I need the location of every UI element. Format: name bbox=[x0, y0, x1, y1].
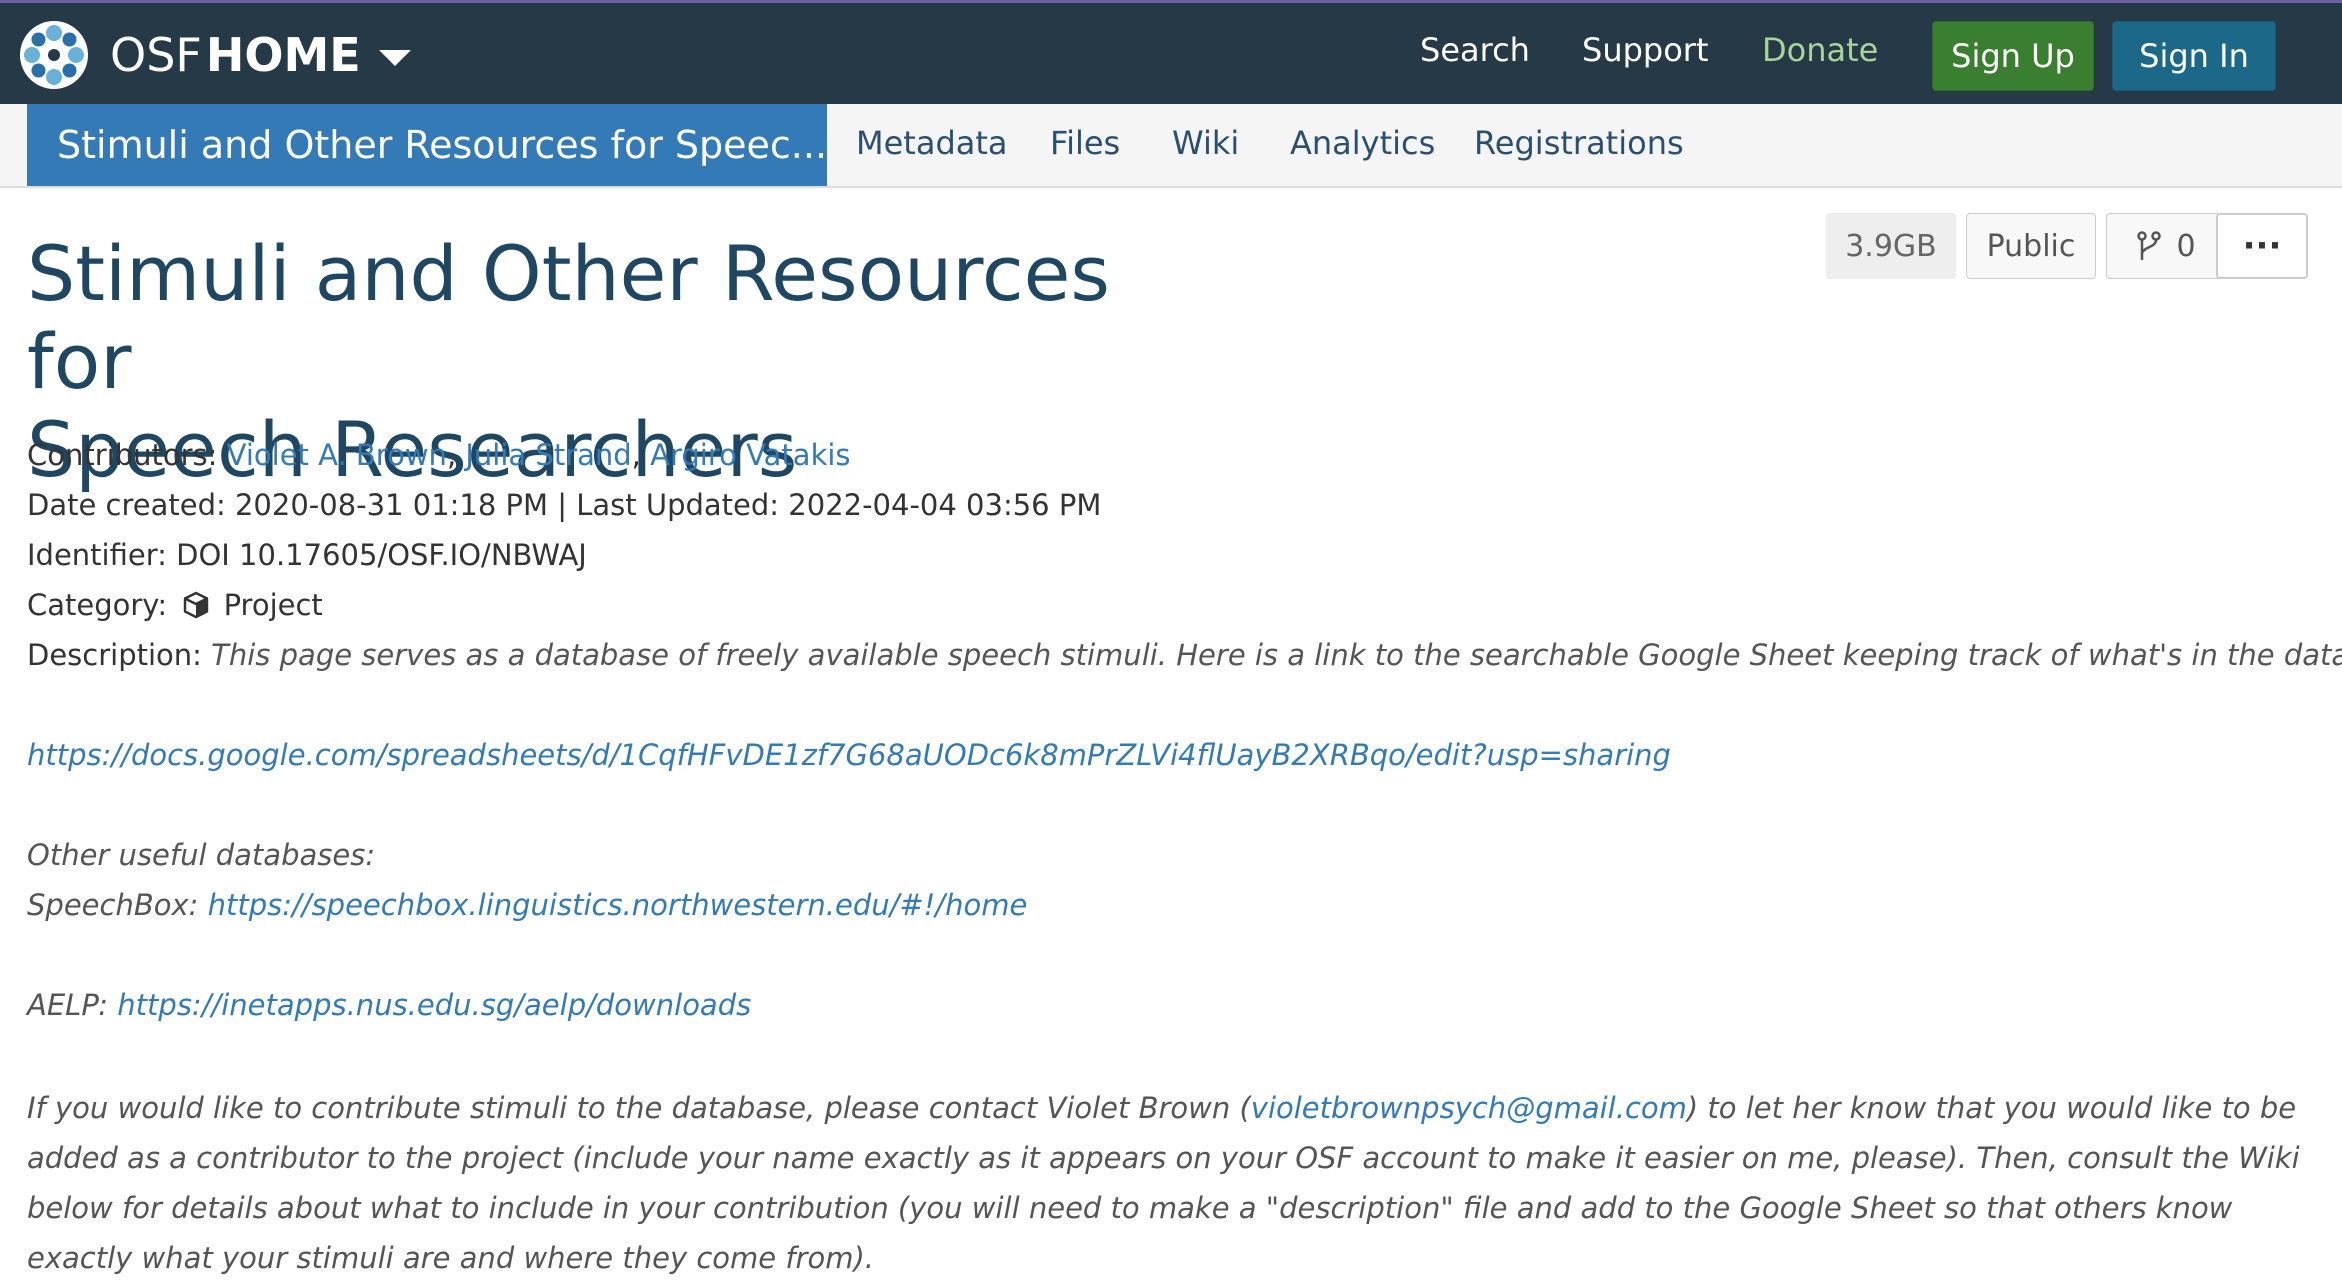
top-navbar: OSF HOME Search Support Donate Sign Up S… bbox=[0, 0, 2342, 104]
contributor-separator: , bbox=[631, 438, 651, 472]
caret-down-icon bbox=[378, 50, 411, 66]
tab-metadata[interactable]: Metadata bbox=[856, 124, 1008, 162]
speechbox-link[interactable]: https://speechbox.linguistics.northweste… bbox=[208, 888, 1028, 922]
project-size-badge: 3.9GB bbox=[1826, 213, 1956, 279]
description-line: Description: This page serves as a datab… bbox=[27, 638, 2342, 672]
contribute-paragraph: If you would like to contribute stimuli … bbox=[27, 1083, 2327, 1283]
fork-button[interactable]: 0 bbox=[2106, 213, 2226, 279]
contributors-label: Contributors: bbox=[27, 438, 218, 472]
brand-home-text: HOME bbox=[205, 28, 361, 82]
fork-count: 0 bbox=[2176, 228, 2196, 264]
contributor-separator: , bbox=[446, 438, 466, 472]
description-label: Description: bbox=[27, 638, 202, 672]
ellipsis-icon: ··· bbox=[2242, 226, 2282, 266]
aelp-line: AELP: https://inetapps.nus.edu.sg/aelp/d… bbox=[27, 988, 751, 1022]
osf-logo-icon bbox=[20, 21, 88, 89]
nav-donate-link[interactable]: Donate bbox=[1762, 31, 1878, 69]
dates-line: Date created: 2020-08-31 01:18 PM | Last… bbox=[27, 488, 1102, 522]
brand-osf-text: OSF bbox=[110, 28, 202, 82]
tab-files[interactable]: Files bbox=[1050, 124, 1120, 162]
other-databases-label: Other useful databases: bbox=[27, 838, 376, 872]
aelp-label: AELP: bbox=[27, 988, 118, 1022]
tab-wiki[interactable]: Wiki bbox=[1172, 124, 1239, 162]
google-sheet-link[interactable]: https://docs.google.com/spreadsheets/d/1… bbox=[27, 738, 1671, 772]
contribute-text-before: If you would like to contribute stimuli … bbox=[27, 1091, 1251, 1125]
contributor-link[interactable]: Argiro Vatakis bbox=[650, 438, 850, 472]
aelp-link[interactable]: https://inetapps.nus.edu.sg/aelp/downloa… bbox=[117, 988, 751, 1022]
speechbox-line: SpeechBox: https://speechbox.linguistics… bbox=[27, 888, 1027, 922]
project-title-tab[interactable]: Stimuli and Other Resources for Speec... bbox=[27, 104, 827, 186]
speechbox-label: SpeechBox: bbox=[27, 888, 208, 922]
sign-in-button[interactable]: Sign In bbox=[2112, 21, 2276, 91]
nav-search-link[interactable]: Search bbox=[1420, 31, 1530, 69]
identifier-line: Identifier: DOI 10.17605/OSF.IO/NBWAJ bbox=[27, 538, 587, 572]
visibility-label: Public bbox=[1986, 228, 2076, 264]
category-label: Category: bbox=[27, 588, 168, 622]
visibility-button[interactable]: Public bbox=[1966, 213, 2096, 279]
project-navbar: Stimuli and Other Resources for Speec...… bbox=[0, 104, 2342, 188]
contributor-link[interactable]: Julia Strand bbox=[465, 438, 631, 472]
sheet-link-line: https://docs.google.com/spreadsheets/d/1… bbox=[27, 738, 1671, 772]
contributor-link[interactable]: Violet A. Brown bbox=[227, 438, 447, 472]
fork-icon bbox=[2137, 231, 2162, 260]
project-size-value: 3.9GB bbox=[1845, 228, 1937, 264]
tab-analytics[interactable]: Analytics bbox=[1290, 124, 1435, 162]
contributors-line: Contributors: Violet A. Brown, Julia Str… bbox=[27, 438, 851, 472]
brand-home-dropdown[interactable]: OSF HOME bbox=[18, 17, 411, 93]
more-options-button[interactable]: ··· bbox=[2216, 213, 2308, 279]
nav-support-link[interactable]: Support bbox=[1582, 31, 1709, 69]
page-title-line-1: Stimuli and Other Resources for bbox=[27, 229, 1110, 406]
contact-email-link[interactable]: violetbrownpsych@gmail.com bbox=[1251, 1091, 1687, 1125]
sign-up-button[interactable]: Sign Up bbox=[1932, 21, 2094, 91]
category-line: Category: Project bbox=[27, 588, 323, 622]
tab-registrations[interactable]: Registrations bbox=[1474, 124, 1684, 162]
cube-icon bbox=[184, 591, 209, 619]
description-intro: This page serves as a database of freely… bbox=[211, 638, 2342, 672]
category-value: Project bbox=[223, 588, 323, 622]
